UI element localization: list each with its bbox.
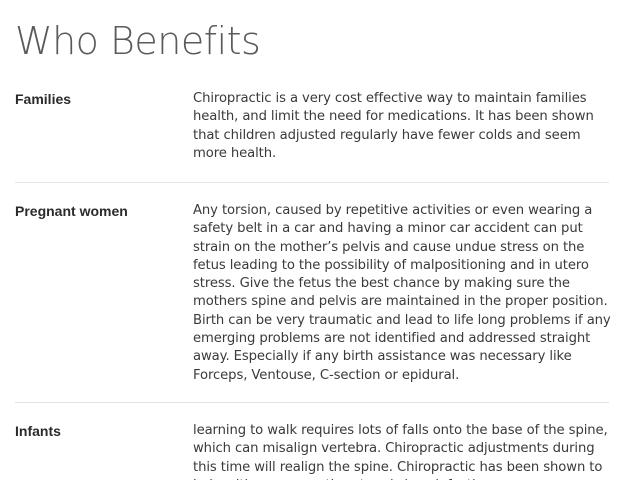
benefit-label: Infants bbox=[15, 423, 61, 439]
benefit-description: learning to walk requires lots of falls … bbox=[193, 423, 608, 480]
benefit-label: Pregnant women bbox=[15, 203, 128, 219]
benefit-label: Families bbox=[15, 91, 72, 107]
benefit-description: Any torsion, caused by repetitive activi… bbox=[193, 203, 611, 383]
page-title: Who Benefits bbox=[15, 19, 261, 63]
benefit-row-infants: Infants learning to walk requires lots o… bbox=[15, 422, 609, 480]
benefit-row-pregnant-women: Pregnant women Any torsion, caused by re… bbox=[15, 202, 611, 403]
benefit-row-families: Families Chiropractic is a very cost eff… bbox=[15, 90, 609, 183]
page: Who Benefits Families Chiropractic is a … bbox=[0, 0, 623, 480]
benefit-description: Chiropractic is a very cost effective wa… bbox=[193, 91, 594, 161]
